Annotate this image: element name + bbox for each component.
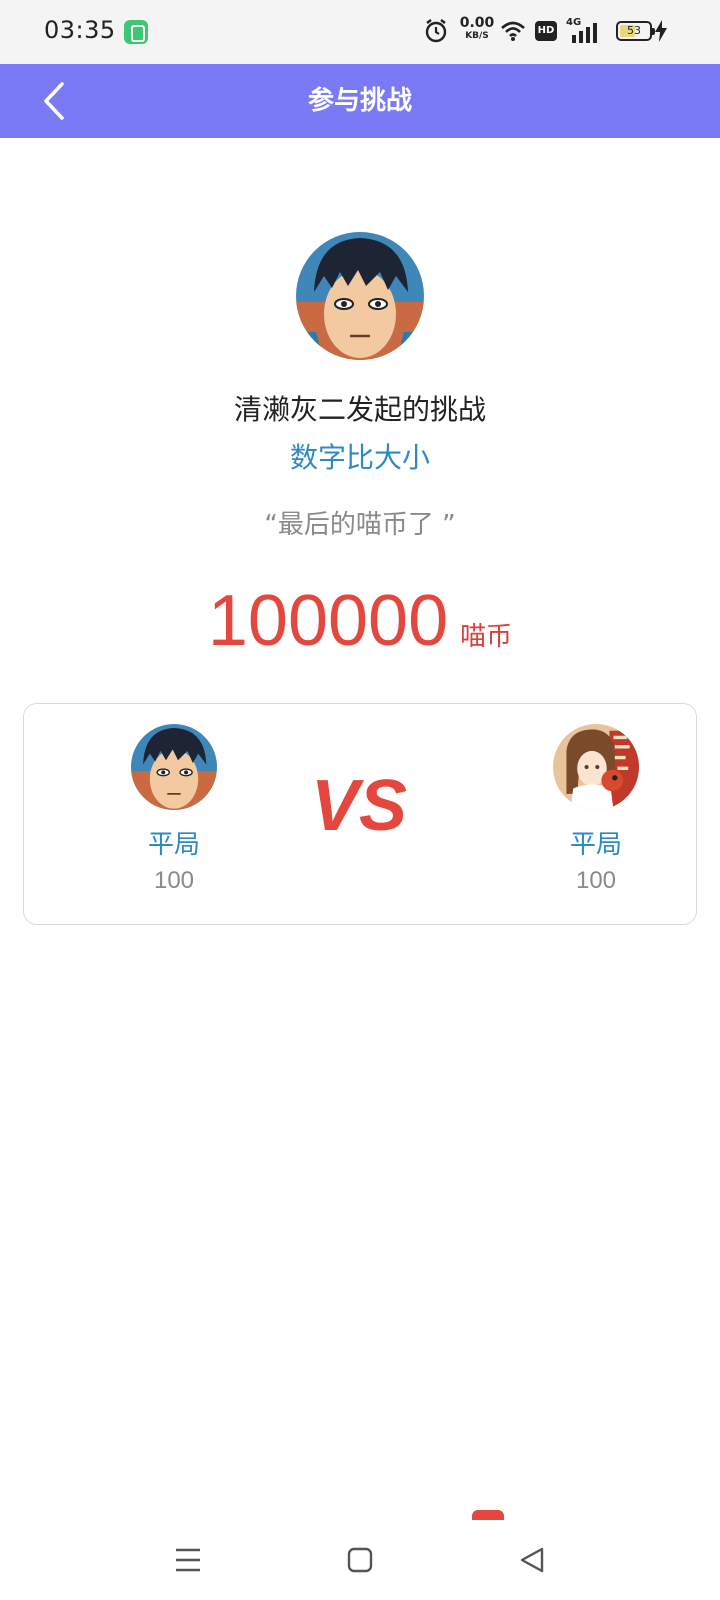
floating-action-edge[interactable] bbox=[472, 1510, 504, 1520]
player-right-result: 平局 bbox=[569, 830, 622, 860]
player-left-score: 100 bbox=[153, 867, 195, 894]
net-speed-value: 0.00 bbox=[459, 15, 495, 31]
player-right-score: 100 bbox=[575, 867, 617, 894]
player-right: 平局 100 bbox=[536, 724, 656, 895]
home-button[interactable] bbox=[330, 1538, 390, 1582]
alarm-icon bbox=[425, 19, 447, 43]
vs-card: 平局 100 VS 平局 100 bbox=[23, 703, 697, 925]
net-speed-unit: KB/S bbox=[465, 31, 489, 41]
stake-amount: 100000 bbox=[207, 581, 449, 661]
back-triangle-icon bbox=[520, 1547, 544, 1573]
challenger-avatar bbox=[296, 232, 424, 360]
hd-label: HD bbox=[537, 25, 555, 36]
menu-icon bbox=[176, 1548, 200, 1572]
wifi-icon bbox=[501, 21, 525, 41]
status-time: 03:35 bbox=[44, 16, 116, 44]
system-back-button[interactable] bbox=[502, 1538, 562, 1582]
status-bar: 03:35 0.00 KB/S HD 4G 53 bbox=[0, 0, 720, 64]
battery-level: 53 bbox=[627, 24, 641, 37]
challenge-quote: “最后的喵币了 ” bbox=[264, 510, 456, 540]
stake-unit: 喵币 bbox=[460, 622, 513, 652]
challenge-title: 清濑灰二发起的挑战 bbox=[233, 393, 486, 426]
net-speed: 0.00 KB/S bbox=[458, 16, 496, 41]
hd-icon: HD bbox=[535, 21, 557, 41]
app-badge-icon bbox=[124, 20, 148, 44]
vs-label: VS bbox=[311, 766, 407, 846]
stake-amount-row: 100000 喵币 bbox=[0, 580, 720, 662]
back-button[interactable] bbox=[30, 72, 86, 130]
menu-button[interactable] bbox=[158, 1538, 218, 1582]
vs-logo: VS bbox=[307, 760, 413, 850]
app-header: 参与挑战 bbox=[0, 64, 720, 138]
chevron-left-icon bbox=[44, 82, 64, 120]
page-title: 参与挑战 bbox=[307, 86, 412, 116]
charging-icon bbox=[655, 20, 667, 42]
game-name[interactable]: 数字比大小 bbox=[0, 436, 720, 476]
home-icon bbox=[347, 1547, 373, 1573]
player-right-avatar[interactable] bbox=[553, 724, 639, 810]
signal-4g-icon: 4G bbox=[566, 17, 600, 43]
player-left: 平局 100 bbox=[114, 724, 234, 895]
player-left-avatar[interactable] bbox=[131, 724, 217, 810]
player-left-result: 平局 bbox=[147, 830, 200, 860]
battery-icon: 53 bbox=[616, 21, 655, 41]
system-nav-bar bbox=[0, 1520, 720, 1600]
